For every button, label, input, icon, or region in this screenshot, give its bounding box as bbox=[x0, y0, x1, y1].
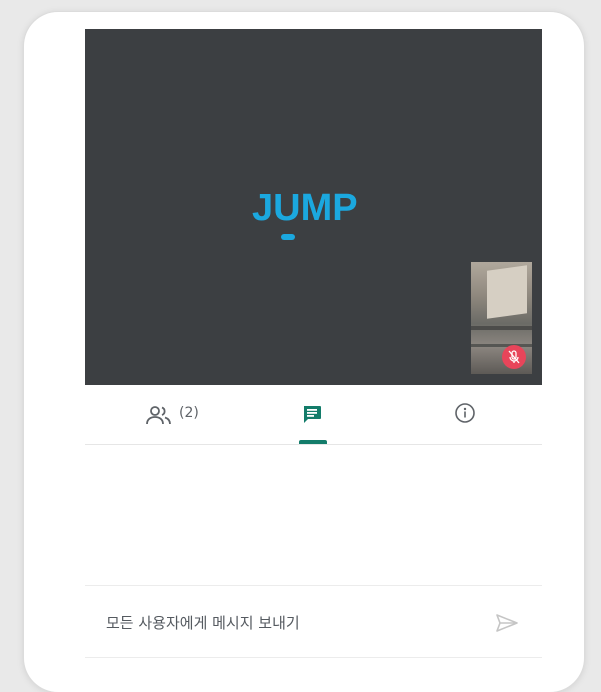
tab-info[interactable] bbox=[445, 388, 485, 444]
composer-divider-bottom bbox=[85, 657, 542, 658]
tab-bar: (2) bbox=[85, 388, 542, 445]
mic-muted-icon bbox=[502, 345, 526, 369]
active-tab-indicator bbox=[299, 440, 327, 444]
send-icon bbox=[494, 614, 520, 638]
send-button[interactable] bbox=[494, 612, 520, 634]
composer-divider-top bbox=[85, 585, 542, 586]
tab-chat[interactable] bbox=[285, 388, 341, 444]
self-view-scene bbox=[487, 265, 527, 319]
people-icon bbox=[145, 403, 173, 431]
participant-count: (2) bbox=[179, 405, 199, 421]
message-input[interactable]: 모든 사용자에게 메시지 보내기 bbox=[106, 612, 300, 633]
info-icon bbox=[454, 402, 476, 428]
chat-icon bbox=[301, 403, 323, 429]
logo-dot bbox=[281, 234, 295, 240]
tab-participants[interactable]: (2) bbox=[145, 388, 235, 444]
self-view-scene-beam bbox=[471, 326, 532, 330]
logo-text: JUMP bbox=[252, 187, 358, 229]
jump-logo: JUMP bbox=[252, 187, 372, 247]
